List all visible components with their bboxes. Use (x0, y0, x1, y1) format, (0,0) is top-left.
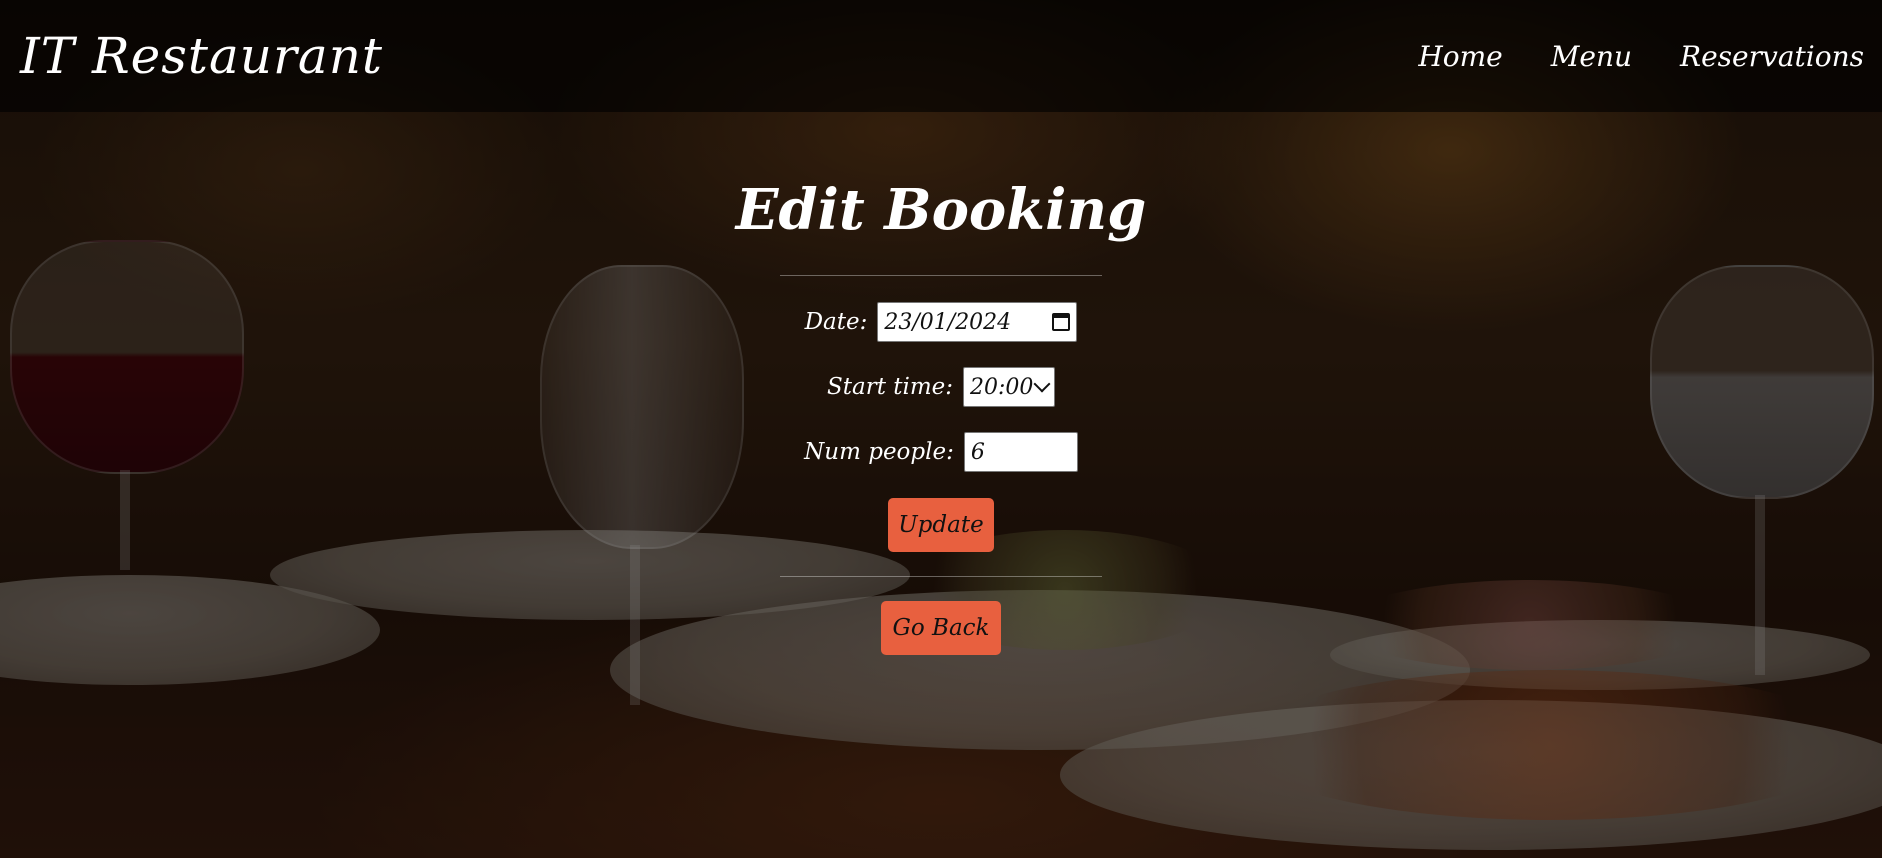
nav-reservations[interactable]: Reservations (1680, 40, 1864, 73)
divider-top (780, 275, 1102, 276)
date-input[interactable]: 23/01/2024 (877, 302, 1078, 342)
start-time-row: Start time: 20:00 (826, 367, 1056, 407)
divider-bottom (780, 576, 1102, 577)
site-header: IT Restaurant Home Menu Reservations (0, 0, 1882, 112)
nav-home[interactable]: Home (1418, 40, 1502, 73)
num-people-row: Num people: 6 (804, 432, 1078, 472)
date-row: Date: 23/01/2024 (805, 302, 1078, 342)
calendar-icon[interactable] (1052, 313, 1071, 331)
num-people-input[interactable]: 6 (963, 432, 1078, 472)
page-title: Edit Booking (735, 177, 1147, 243)
update-button[interactable]: Update (888, 498, 994, 552)
main-nav: Home Menu Reservations (1418, 40, 1864, 73)
date-label: Date: (804, 309, 868, 335)
num-people-label: Num people: (804, 439, 954, 465)
brand-logo[interactable]: IT Restaurant (20, 27, 383, 85)
nav-menu[interactable]: Menu (1551, 40, 1632, 73)
edit-booking-section: Edit Booking Date: 23/01/2024 Start time… (0, 170, 1882, 655)
date-value: 23/01/2024 (884, 309, 1012, 335)
start-time-label: Start time: (826, 374, 954, 400)
chevron-down-icon (1033, 375, 1051, 393)
go-back-button[interactable]: Go Back (881, 601, 1001, 655)
start-time-value: 20:00 (970, 374, 1034, 400)
num-people-value: 6 (970, 439, 985, 465)
start-time-select[interactable]: 20:00 (963, 367, 1056, 407)
